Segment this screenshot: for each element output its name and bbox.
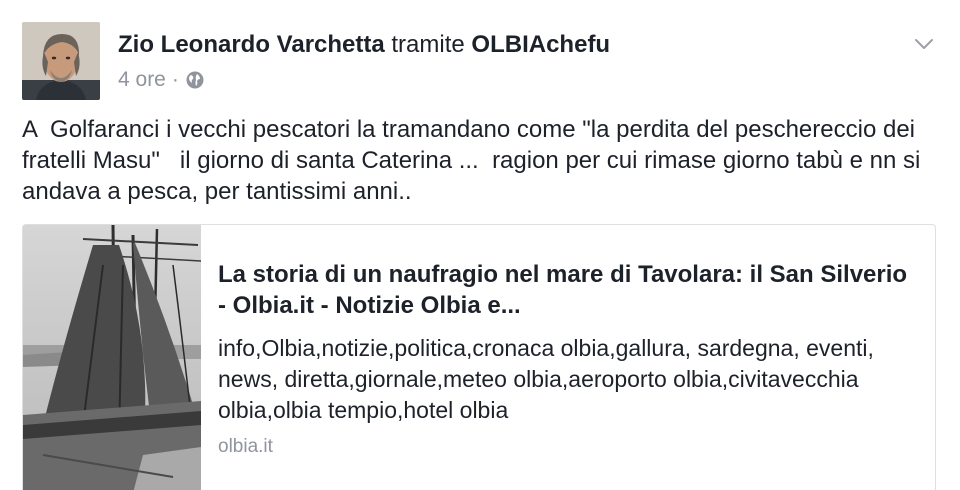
link-description: info,Olbia,notizie,politica,cronaca olbi…	[218, 335, 874, 423]
link-preview-card[interactable]: La storia di un naufragio nel mare di Ta…	[22, 224, 936, 490]
link-preview-image[interactable]	[23, 225, 201, 490]
link-title[interactable]: La storia di un naufragio nel mare di Ta…	[218, 259, 918, 321]
author-avatar[interactable]	[22, 22, 100, 100]
author-name-link[interactable]: Zio Leonardo Varchetta	[118, 31, 385, 58]
link-preview-body[interactable]: La storia di un naufragio nel mare di Ta…	[218, 259, 918, 460]
chevron-down-icon[interactable]	[912, 34, 936, 54]
post-text: A Golfaranci i vecchi pescatori la trama…	[22, 116, 927, 205]
page-name-link[interactable]: OLBIAchefu	[471, 31, 610, 58]
post-timestamp[interactable]: 4 ore	[118, 66, 166, 94]
meta-separator: ·	[171, 68, 179, 91]
post-header: Zio Leonardo Varchetta tramite OLBIAchef…	[118, 30, 610, 60]
post-meta: 4 ore ·	[118, 66, 205, 94]
via-text: tramite	[391, 31, 465, 58]
globe-icon[interactable]	[185, 70, 205, 90]
link-domain: olbia.it	[218, 436, 273, 457]
